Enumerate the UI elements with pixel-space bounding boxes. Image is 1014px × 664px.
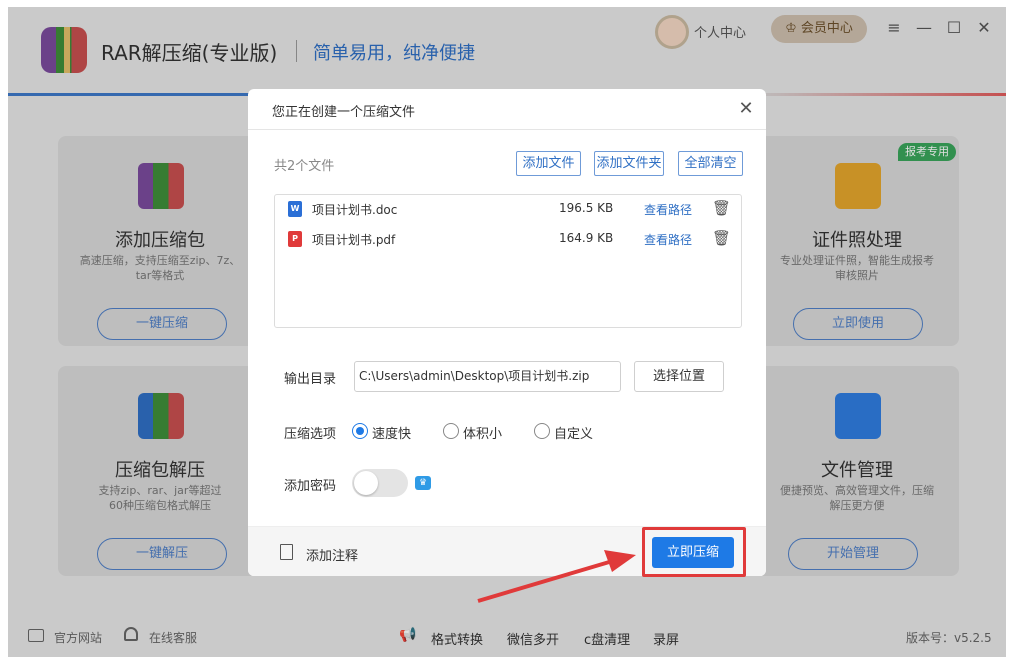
annotation-arrow (477, 550, 636, 603)
